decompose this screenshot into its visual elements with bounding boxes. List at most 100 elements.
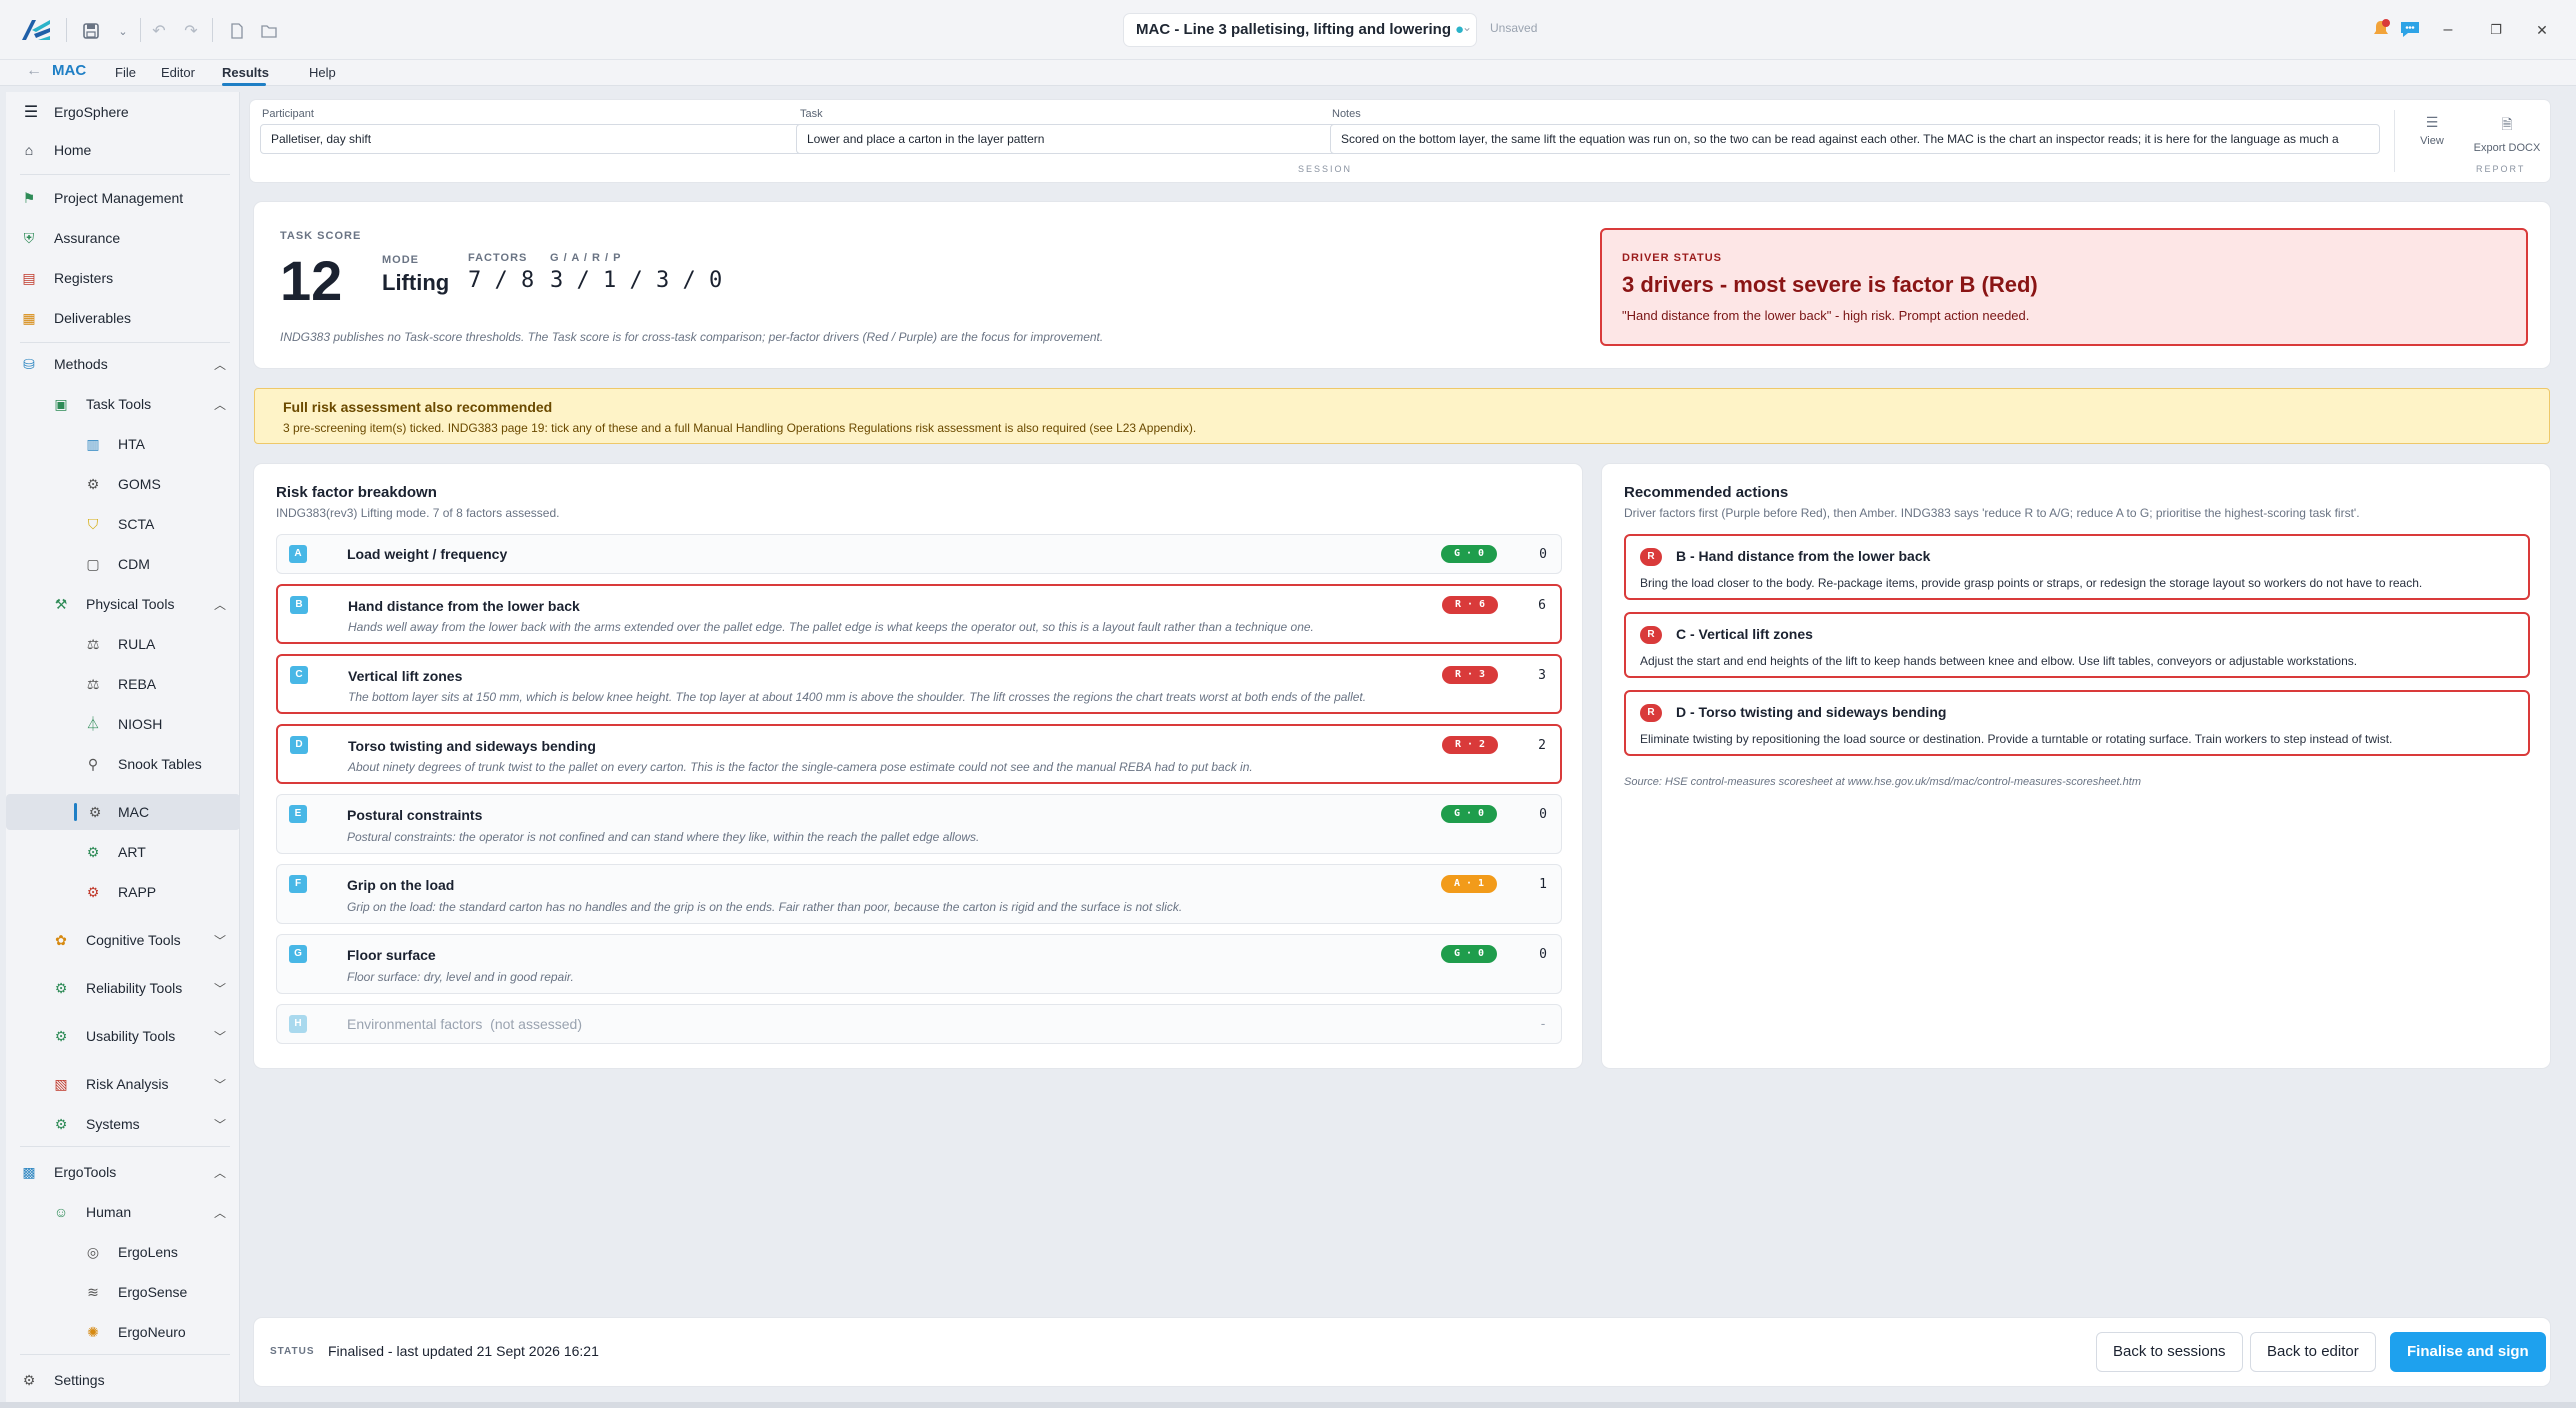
sidebar-item-label: Home [54,142,92,158]
chevron-up-icon[interactable]: ︿ [214,1164,226,1181]
minimize-button[interactable]: – [2434,16,2462,44]
redo-icon[interactable]: ↷ [178,18,204,44]
menu-help[interactable]: Help [309,65,336,80]
sidebar-item-methods[interactable]: ⛁ Methods ︿ [6,346,240,382]
sidebar-item-snook-tables[interactable]: ⚲ Snook Tables [6,746,240,782]
chat-icon[interactable] [2398,18,2422,40]
factor-row-d[interactable]: D Torso twisting and sideways bending Ab… [276,724,1562,784]
ergosense-icon: ≋ [87,1283,99,1300]
factor-row-a[interactable]: A Load weight / frequency G · 0 0 [276,534,1562,574]
sidebar-item-label: Project Management [54,190,184,206]
sidebar-item-physical-tools[interactable]: ⚒ Physical Tools ︿ [6,586,240,622]
factor-row-c[interactable]: C Vertical lift zones The bottom layer s… [276,654,1562,714]
menu-results[interactable]: Results [222,65,269,80]
open-folder-icon[interactable] [256,18,282,44]
menu-file[interactable]: File [115,65,136,80]
factor-description: Floor surface: dry, level and in good re… [347,970,574,984]
sidebar-item-usability-tools[interactable]: ⚙ Usability Tools ﹀ [6,1018,240,1054]
sidebar-item-mac[interactable]: ⚙ MAC [6,794,240,830]
chevron-up-icon[interactable]: ︿ [214,396,226,413]
factor-row-e[interactable]: E Postural constraints Postural constrai… [276,794,1562,854]
sidebar-item-ergosense[interactable]: ≋ ErgoSense [6,1274,240,1310]
sidebar-item-rula[interactable]: ⚖ RULA [6,626,240,662]
back-to-sessions-button[interactable]: Back to sessions [2096,1332,2243,1372]
sidebar-item-task-tools[interactable]: ▣ Task Tools ︿ [6,386,240,422]
sidebar-item-project-management[interactable]: ⚑ Project Management [6,180,240,216]
sidebar-item-registers[interactable]: ▤ Registers [6,260,240,296]
sidebar-item-assurance[interactable]: ⛨ Assurance [6,220,240,256]
notes-field[interactable]: Scored on the bottom layer, the same lif… [1330,124,2380,154]
notification-bell-icon[interactable] [2370,18,2392,40]
factor-score: 1 [1539,877,1547,892]
factor-letter: C [290,666,308,684]
hamburger-menu-icon[interactable]: ☰ [22,103,40,121]
factor-score: 0 [1539,947,1547,962]
back-arrow-icon[interactable]: ← [26,62,42,80]
sidebar-item-human[interactable]: ☺ Human ︿ [6,1194,240,1230]
chevron-up-icon[interactable]: ︿ [214,1204,226,1221]
sidebar-item-home[interactable]: ⌂ Home [6,132,240,168]
status-bar: STATUS Finalised - last updated 21 Sept … [254,1318,2550,1386]
action-card-c[interactable]: R C - Vertical lift zones Adjust the sta… [1624,612,2530,678]
new-file-icon[interactable] [224,18,250,44]
sidebar-item-ergolens[interactable]: ◎ ErgoLens [6,1234,240,1270]
factor-letter: F [289,875,307,893]
sidebar-item-rapp[interactable]: ⚙ RAPP [6,874,240,910]
menu-editor[interactable]: Editor [161,65,195,80]
action-card-b[interactable]: R B - Hand distance from the lower back … [1624,534,2530,600]
sidebar-item-scta[interactable]: ⛉ SCTA [6,506,240,542]
sidebar-brand[interactable]: ☰ ErgoSphere [6,94,240,130]
sidebar-item-ergotools[interactable]: ▩ ErgoTools ︿ [6,1154,240,1190]
chevron-down-icon[interactable]: ﹀ [214,1116,226,1133]
back-to-editor-button[interactable]: Back to editor [2250,1332,2376,1372]
sidebar-item-ergoneuro[interactable]: ✺ ErgoNeuro [6,1314,240,1350]
chevron-up-icon[interactable]: ︿ [214,356,226,373]
title-chevron-icon[interactable]: ⌄ [1462,20,1472,34]
factor-score: - [1539,1017,1547,1032]
cdm-icon: ▢ [86,555,100,572]
finalise-and-sign-button[interactable]: Finalise and sign [2390,1332,2546,1372]
chevron-down-icon[interactable]: ﹀ [214,1076,226,1093]
chevron-down-icon[interactable]: ⌄ [110,18,136,44]
sidebar-item-reba[interactable]: ⚖ REBA [6,666,240,702]
undo-icon[interactable]: ↶ [146,18,172,44]
view-button[interactable]: ☰ View [2392,114,2472,154]
sidebar-item-cdm[interactable]: ▢ CDM [6,546,240,582]
factor-row-f[interactable]: F Grip on the load Grip on the load: the… [276,864,1562,924]
sidebar-item-label: MAC [118,804,150,820]
ergoneuro-icon: ✺ [87,1323,99,1340]
sidebar-item-reliability-tools[interactable]: ⚙ Reliability Tools ﹀ [6,970,240,1006]
factor-rating-pill: A · 1 [1441,875,1497,893]
close-button[interactable]: ✕ [2528,16,2556,44]
sidebar-item-goms[interactable]: ⚙ GOMS [6,466,240,502]
sidebar-item-label: Deliverables [54,310,132,326]
factor-row-h[interactable]: H Environmental factors (not assessed) - [276,1004,1562,1044]
sidebar-item-art[interactable]: ⚙ ART [6,834,240,870]
export-docx-button[interactable]: 🗎 Export DOCX [2462,114,2552,154]
chevron-down-icon[interactable]: ﹀ [214,1028,226,1045]
sidebar-item-niosh[interactable]: ⏃ NIOSH [6,706,240,742]
sidebar-item-label: Snook Tables [118,756,202,772]
sidebar-item-label: Settings [54,1372,105,1388]
restore-button[interactable]: ❐ [2482,16,2510,44]
chevron-down-icon[interactable]: ﹀ [214,932,226,949]
sidebar-item-cognitive-tools[interactable]: ✿ Cognitive Tools ﹀ [6,922,240,958]
methods-icon: ⛁ [23,355,35,372]
sidebar-item-hta[interactable]: ▥ HTA [6,426,240,462]
factor-row-g[interactable]: G Floor surface Floor surface: dry, leve… [276,934,1562,994]
factor-row-b[interactable]: B Hand distance from the lower back Hand… [276,584,1562,644]
save-icon[interactable] [78,18,104,44]
action-card-d[interactable]: R D - Torso twisting and sideways bendin… [1624,690,2530,756]
sidebar-item-settings[interactable]: ⚙ Settings [6,1362,240,1398]
sidebar-item-deliverables[interactable]: ▦ Deliverables [6,300,240,336]
chevron-down-icon[interactable]: ﹀ [214,980,226,997]
sidebar-item-risk-analysis[interactable]: ▧ Risk Analysis ﹀ [6,1066,240,1102]
factor-score: 2 [1538,738,1546,753]
chevron-up-icon[interactable]: ︿ [214,596,226,613]
banner-text: 3 pre-screening item(s) ticked. INDG383 … [283,421,1197,435]
shield-icon: ⛨ [23,229,35,246]
sidebar-item-systems[interactable]: ⚙ Systems ﹀ [6,1106,240,1142]
sidebar-item-label: Methods [54,356,108,372]
unsaved-label: Unsaved [1490,21,1538,35]
document-title[interactable]: MAC - Line 3 palletising, lifting and lo… [1124,14,1477,46]
